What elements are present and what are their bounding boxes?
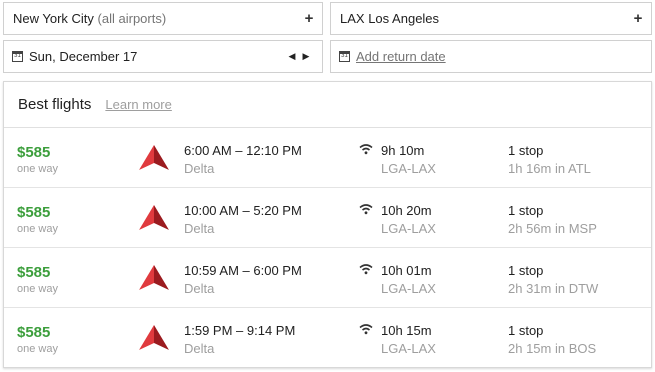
destination-field[interactable]: LAX Los Angeles +	[330, 2, 652, 35]
wifi-icon	[359, 264, 373, 275]
flight-route: LGA-LAX	[381, 161, 436, 176]
flight-duration: 9h 10m	[381, 143, 425, 158]
flight-route: LGA-LAX	[381, 341, 436, 356]
panel-header: Best flights Learn more	[4, 82, 651, 128]
flight-times: 10:00 AM – 5:20 PM	[184, 203, 302, 218]
delta-widget-icon	[139, 325, 169, 350]
flight-row[interactable]: $585 one way 10:00 AM – 5:20 PM Delta 10…	[4, 188, 651, 248]
stop-count: 1 stop	[508, 143, 544, 158]
destination-text: LAX Los Angeles	[331, 11, 625, 26]
origin-text: New York City (all airports)	[4, 11, 296, 26]
add-origin-plus-icon[interactable]: +	[296, 10, 322, 27]
flight-route: LGA-LAX	[381, 221, 436, 236]
return-date-field[interactable]: 31 Add return date	[330, 40, 652, 73]
flight-price: $585	[17, 324, 51, 341]
flight-route: LGA-LAX	[381, 281, 436, 296]
price-note: one way	[17, 163, 58, 175]
flight-duration: 10h 20m	[381, 203, 432, 218]
add-return-date-link[interactable]: Add return date	[350, 49, 651, 64]
flight-times: 10:59 AM – 6:00 PM	[184, 263, 302, 278]
flight-row[interactable]: $585 one way 6:00 AM – 12:10 PM Delta 9h…	[4, 128, 651, 188]
wifi-icon	[359, 204, 373, 215]
depart-date-field[interactable]: 31 Sun, December 17 ◀ ▶	[3, 40, 323, 73]
add-destination-plus-icon[interactable]: +	[625, 10, 651, 27]
price-note: one way	[17, 283, 58, 295]
flight-times: 1:59 PM – 9:14 PM	[184, 323, 296, 338]
panel-title: Best flights	[18, 96, 92, 113]
flight-times: 6:00 AM – 12:10 PM	[184, 143, 302, 158]
layover-info: 2h 56m in MSP	[508, 221, 597, 236]
airline-name: Delta	[184, 221, 215, 236]
flight-list: $585 one way 6:00 AM – 12:10 PM Delta 9h…	[4, 128, 651, 368]
chevron-right-icon[interactable]: ▶	[299, 51, 313, 62]
airline-name: Delta	[184, 161, 215, 176]
flight-duration: 10h 01m	[381, 263, 432, 278]
price-note: one way	[17, 223, 58, 235]
depart-date-text: Sun, December 17	[29, 49, 138, 64]
stop-count: 1 stop	[508, 323, 544, 338]
flight-price: $585	[17, 264, 51, 281]
airline-name: Delta	[184, 341, 215, 356]
layover-info: 2h 31m in DTW	[508, 281, 599, 296]
airline-name: Delta	[184, 281, 215, 296]
flight-price: $585	[17, 204, 51, 221]
origin-note: (all airports)	[97, 11, 167, 26]
learn-more-link[interactable]: Learn more	[105, 97, 171, 112]
stop-count: 1 stop	[508, 263, 544, 278]
price-note: one way	[17, 343, 58, 355]
flight-duration: 10h 15m	[381, 323, 432, 338]
origin-field[interactable]: New York City (all airports) +	[3, 2, 323, 35]
flight-row[interactable]: $585 one way 10:59 AM – 6:00 PM Delta 10…	[4, 248, 651, 308]
layover-info: 1h 16m in ATL	[508, 161, 591, 176]
wifi-icon	[359, 324, 373, 335]
calendar-icon: 31	[339, 51, 350, 62]
flight-row[interactable]: $585 one way 1:59 PM – 9:14 PM Delta 10h…	[4, 308, 651, 368]
origin-city: New York City	[13, 11, 94, 26]
delta-widget-icon	[139, 205, 169, 230]
destination-city: Los Angeles	[368, 11, 440, 26]
chevron-left-icon[interactable]: ◀	[285, 51, 299, 62]
layover-info: 2h 15m in BOS	[508, 341, 597, 356]
calendar-icon: 31	[12, 51, 23, 62]
delta-widget-icon	[139, 265, 169, 290]
best-flights-panel: Best flights Learn more $585 one way 6:0…	[3, 81, 652, 368]
flight-price: $585	[17, 144, 51, 161]
stop-count: 1 stop	[508, 203, 544, 218]
destination-code: LAX	[340, 11, 365, 26]
wifi-icon	[359, 144, 373, 155]
delta-widget-icon	[139, 145, 169, 170]
